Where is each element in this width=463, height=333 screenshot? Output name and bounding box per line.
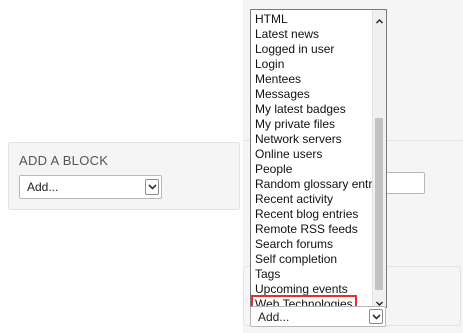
dropdown-option[interactable]: Recent activity — [255, 192, 333, 207]
add-block-panel-left: ADD A BLOCK Add... — [8, 142, 240, 210]
add-block-dropdown-list[interactable]: HTML Latest news Logged in user Login Mentee… — [250, 9, 387, 308]
caret-up-icon[interactable] — [375, 13, 384, 24]
dropdown-option[interactable]: Upcoming events — [255, 282, 348, 297]
dropdown-option[interactable]: Logged in user — [255, 42, 334, 57]
dropdown-option[interactable]: My private files — [255, 117, 335, 132]
dropdown-option[interactable]: Search forums — [255, 237, 333, 252]
scrollbar-thumb[interactable] — [375, 118, 383, 290]
dropdown-option[interactable]: Random glossary entry — [255, 177, 378, 192]
dropdown-option[interactable]: Self completion — [255, 252, 337, 267]
select-value: Add... — [258, 310, 290, 324]
dropdown-option[interactable]: Messages — [255, 87, 310, 102]
add-block-select-right[interactable]: Add... — [250, 306, 386, 327]
dropdown-option[interactable]: People — [255, 162, 292, 177]
chevron-down-icon[interactable] — [369, 309, 383, 324]
dropdown-option[interactable]: Mentees — [255, 72, 301, 87]
dropdown-option[interactable]: Online users — [255, 147, 322, 162]
block-title: ADD A BLOCK — [19, 153, 109, 168]
dropdown-option[interactable]: HTML — [255, 12, 288, 27]
add-block-select-left[interactable]: Add... — [19, 175, 162, 199]
dropdown-option[interactable]: Latest news — [255, 27, 319, 42]
dropdown-option[interactable]: Network servers — [255, 132, 342, 147]
dropdown-option[interactable]: Recent blog entries — [255, 207, 358, 222]
dropdown-option[interactable]: Tags — [255, 267, 280, 282]
dropdown-option[interactable]: Remote RSS feeds — [255, 222, 358, 237]
dropdown-scrollbar[interactable] — [372, 10, 386, 307]
caret-down-icon[interactable] — [375, 295, 384, 306]
chevron-down-icon[interactable] — [145, 179, 159, 195]
select-value: Add... — [27, 180, 59, 194]
dropdown-option[interactable]: My latest badges — [255, 102, 346, 117]
dropdown-option[interactable]: Login — [255, 57, 284, 72]
